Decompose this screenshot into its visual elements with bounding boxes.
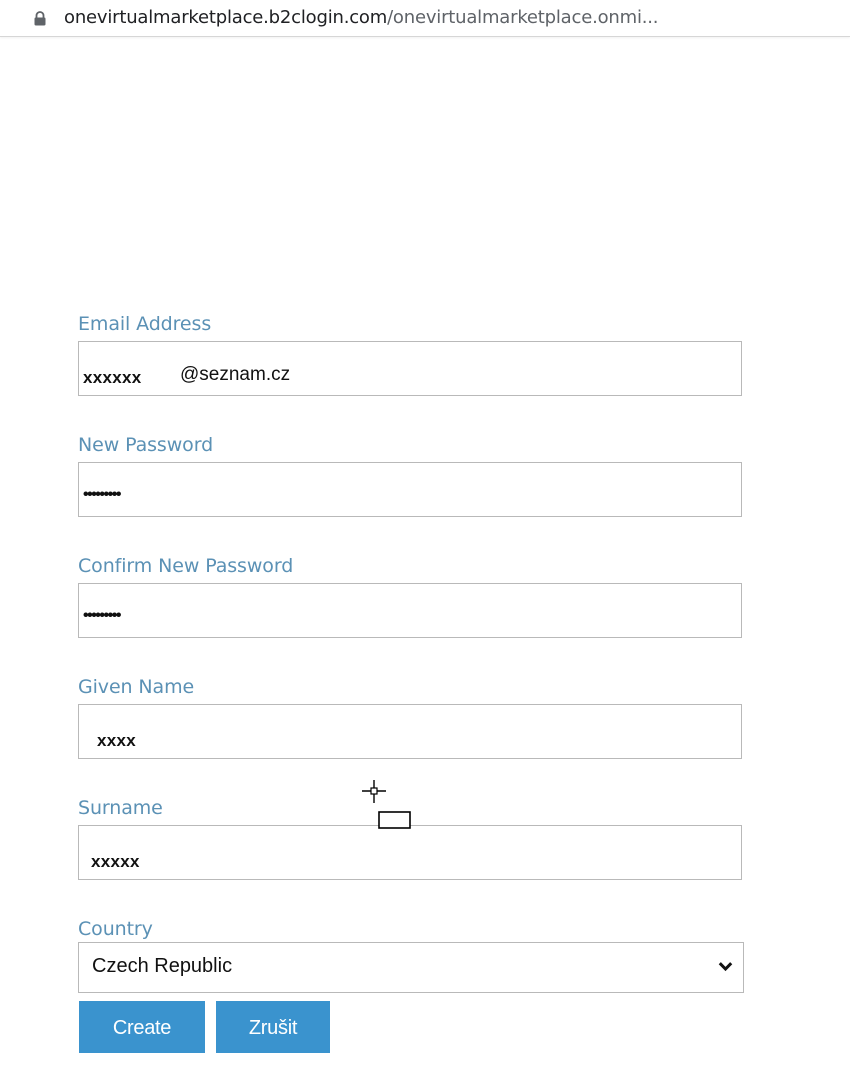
chevron-down-icon xyxy=(718,962,733,972)
given-name-field[interactable]: xxxx xyxy=(78,704,742,759)
crosshair-cursor-icon xyxy=(362,780,411,829)
country-label: Country xyxy=(78,918,153,940)
confirm-password-field[interactable]: ••••••••• xyxy=(78,583,742,638)
surname-field[interactable]: xxxxx xyxy=(78,825,742,880)
form-actions: Create Zrušit xyxy=(78,1001,744,1053)
url-path: /onevirtualmarketplace.onmi... xyxy=(387,7,659,28)
sign-up-form: Email Address xxxxxx @seznam.cz New Pass… xyxy=(78,312,744,1053)
new-password-value: ••••••••• xyxy=(83,486,121,503)
surname-value: xxxxx xyxy=(91,852,140,871)
country-selected-value: Czech Republic xyxy=(92,955,233,977)
url-text[interactable]: onevirtualmarketplace.b2clogin.com/onevi… xyxy=(64,6,659,30)
confirm-password-value: ••••••••• xyxy=(83,607,121,624)
new-password-field[interactable]: ••••••••• xyxy=(78,462,742,517)
url-domain: onevirtualmarketplace.b2clogin.com xyxy=(64,7,388,28)
email-label: Email Address xyxy=(78,313,212,335)
given-name-label: Given Name xyxy=(78,676,195,698)
cancel-button[interactable]: Zrušit xyxy=(216,1001,330,1053)
given-name-value: xxxx xyxy=(97,731,137,750)
address-bar[interactable]: onevirtualmarketplace.b2clogin.com/onevi… xyxy=(0,0,850,37)
email-domain-value: @seznam.cz xyxy=(180,364,291,385)
create-button[interactable]: Create xyxy=(79,1001,205,1053)
country-select[interactable]: Czech Republic xyxy=(78,942,744,993)
confirm-password-label: Confirm New Password xyxy=(78,555,294,577)
email-field[interactable]: xxxxxx @seznam.cz xyxy=(78,341,742,396)
new-password-label: New Password xyxy=(78,434,214,456)
email-masked-value: xxxxxx xyxy=(83,368,142,387)
lock-icon xyxy=(34,11,46,26)
